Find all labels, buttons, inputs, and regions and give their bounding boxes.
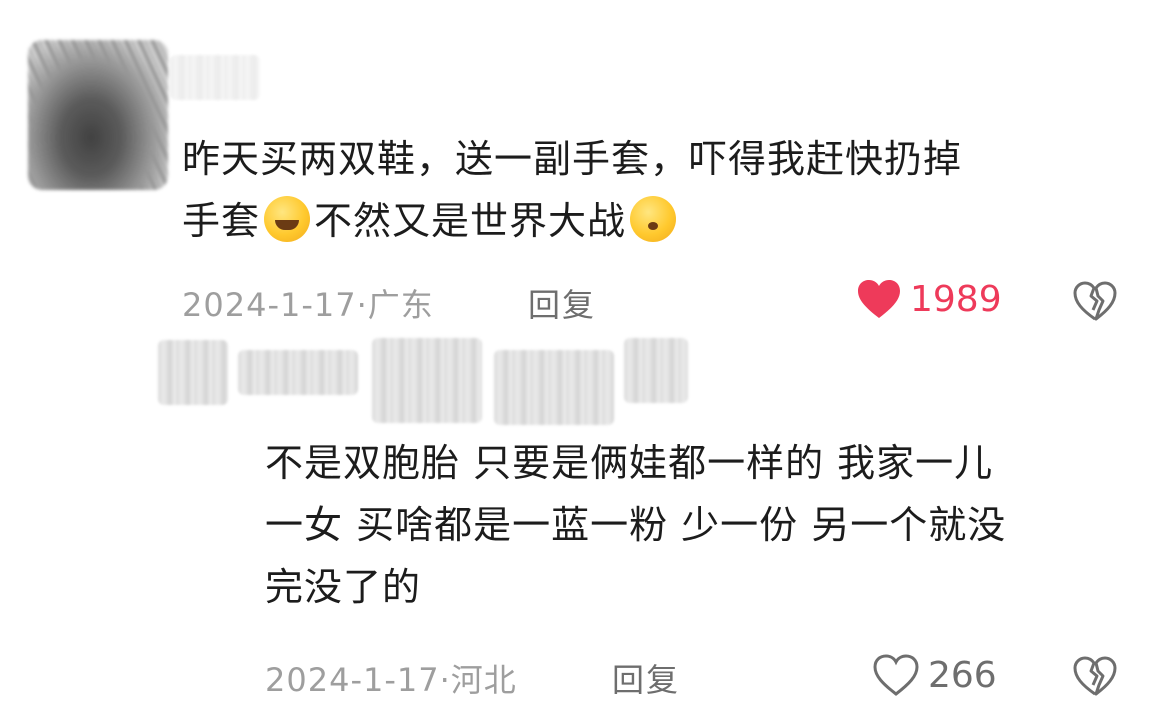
like-button[interactable]: 1989 [856, 278, 1002, 320]
grinning-sweat-emoji-icon [264, 196, 311, 242]
comment-line: 不然又是世界大战 [314, 199, 627, 243]
username-blurred [372, 338, 482, 423]
meta-separator: · [439, 661, 451, 699]
reply-button[interactable]: 回复 [528, 280, 596, 326]
avatar[interactable] [28, 40, 168, 190]
like-count: 1989 [910, 278, 1002, 320]
heart-icon [858, 280, 900, 318]
comment-line: 手套 [182, 199, 261, 243]
username-blurred [624, 338, 688, 403]
pouting-face-emoji-icon [630, 196, 677, 242]
comment-meta: 2024-1-17·广东 [182, 280, 434, 326]
comment-line: 完没了的 [265, 565, 422, 609]
username-blurred [494, 350, 614, 425]
comment-text: 昨天买两双鞋，送一副手套，吓得我赶快扔掉 手套 不然又是世界大战 [182, 128, 962, 252]
broken-heart-icon[interactable] [1072, 655, 1118, 697]
like-count: 266 [928, 654, 997, 696]
comment-line: 一女 买啥都是一蓝一粉 少一份 另一个就没 [265, 503, 1007, 547]
reply-button[interactable]: 回复 [612, 655, 680, 701]
meta-separator: · [356, 286, 368, 324]
comment-meta: 2024-1-17·河北 [265, 655, 517, 701]
username-blurred [238, 350, 358, 395]
username-blurred[interactable] [170, 55, 260, 100]
comment-date: 2024-1-17 [182, 286, 357, 324]
comment-region: 河北 [450, 661, 517, 699]
broken-heart-icon[interactable] [1072, 280, 1118, 322]
heart-icon [873, 654, 919, 696]
comment-date: 2024-1-17 [265, 661, 440, 699]
username-blurred [158, 340, 228, 405]
comment-line: 昨天买两双鞋，送一副手套，吓得我赶快扔掉 [182, 137, 963, 181]
comment-region: 广东 [367, 286, 434, 324]
comment-line: 不是双胞胎 只要是俩娃都一样的 我家一儿 [265, 441, 994, 485]
like-button[interactable]: 266 [872, 653, 997, 697]
comment-text: 不是双胞胎 只要是俩娃都一样的 我家一儿 一女 买啥都是一蓝一粉 少一份 另一个… [265, 432, 1006, 618]
